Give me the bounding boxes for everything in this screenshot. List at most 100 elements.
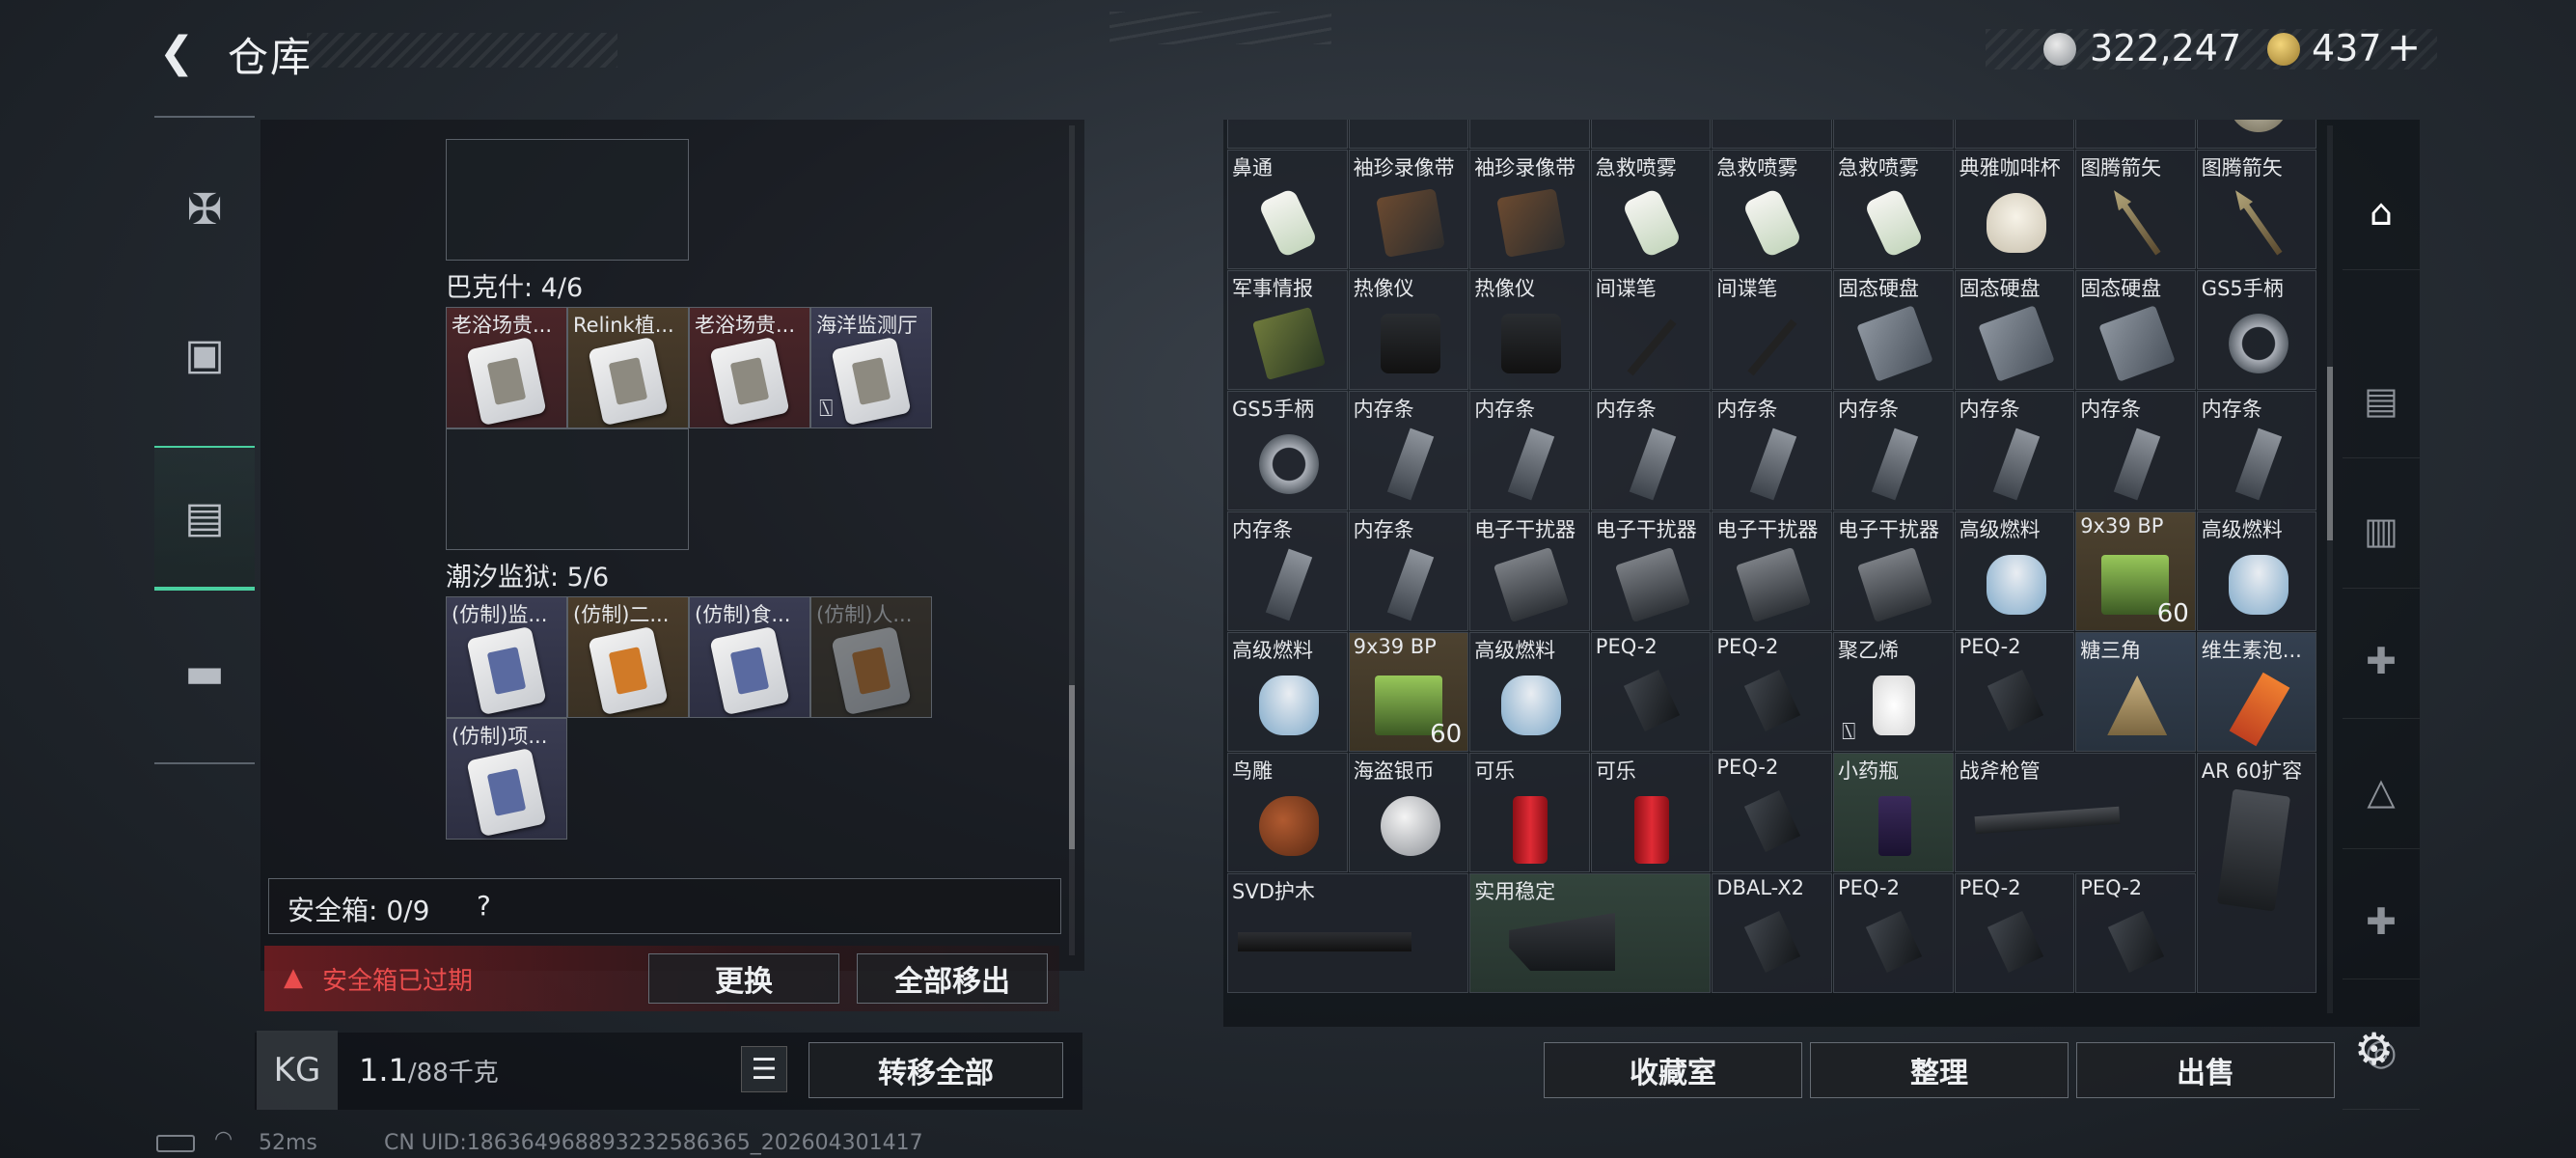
stash-item[interactable]: 图腾箭矢 xyxy=(2075,150,2196,269)
stash-item[interactable]: PEQ-2 xyxy=(2075,873,2196,993)
stash-item[interactable]: 海盗银币 xyxy=(1348,753,1469,872)
stash-item[interactable]: 热像仪 xyxy=(1348,270,1469,390)
stash-item[interactable]: 高级燃料 xyxy=(1227,632,1348,752)
backpack-icon[interactable]: ▣ xyxy=(154,282,255,427)
stash-item[interactable]: 内存条 xyxy=(1833,391,1954,510)
stash-item[interactable]: PEQ-2 xyxy=(1712,632,1832,752)
stash-item[interactable]: 实用稳定 xyxy=(1469,873,1712,993)
stash-item[interactable]: 内存条 xyxy=(1954,391,2075,510)
container-item[interactable]: Relink植... xyxy=(567,307,689,428)
stash-item[interactable]: 战斧枪管 xyxy=(1954,753,2196,872)
stash-item[interactable]: 内存条 xyxy=(1590,391,1712,510)
stash-item[interactable]: 维生素泡... xyxy=(2196,632,2317,752)
case-icon[interactable]: ▤ xyxy=(154,446,255,591)
stash-item[interactable]: PEQ-2 xyxy=(1833,873,1954,993)
stash-item[interactable] xyxy=(1712,120,1832,149)
stash-medkit-4-icon[interactable]: ✚ xyxy=(2343,603,2420,719)
container-item[interactable]: 海洋监测厅 ⍂ xyxy=(810,307,932,428)
container-item[interactable]: 老浴场贵... xyxy=(446,307,567,428)
stash-item[interactable]: 袖珍录像带 xyxy=(1348,150,1469,269)
stash-item[interactable]: 鼻通 xyxy=(1227,150,1348,269)
empty-slot[interactable] xyxy=(446,139,689,261)
left-scrollbar-thumb[interactable] xyxy=(1069,685,1075,849)
stash-item[interactable]: 内存条 xyxy=(1712,391,1832,510)
stash-item[interactable]: 间谍笔 xyxy=(1712,270,1832,390)
stash-item[interactable]: 典雅咖啡杯 xyxy=(1954,150,2075,269)
stash-item[interactable]: 内存条 xyxy=(2196,391,2317,510)
stash-item[interactable]: 电子干扰器 xyxy=(1469,511,1590,631)
container-item[interactable]: (仿制)二... xyxy=(567,596,689,718)
stash-item[interactable]: PEQ-2 xyxy=(1590,632,1712,752)
stash-scrollbar-thumb[interactable] xyxy=(2327,367,2333,540)
add-currency-button[interactable]: + xyxy=(2387,23,2421,70)
stash-item[interactable]: 电子干扰器 xyxy=(1590,511,1712,631)
stash-item[interactable]: 电子干扰器 xyxy=(1712,511,1832,631)
stash-item[interactable]: SVD护木 xyxy=(1227,873,1469,993)
stash-item[interactable]: 图腾箭矢 xyxy=(2196,150,2317,269)
stash-item[interactable]: 内存条 xyxy=(1227,511,1348,631)
stash-item[interactable]: 急救喷雾 xyxy=(1712,150,1832,269)
stash-item[interactable]: 可乐 xyxy=(1590,753,1712,872)
stash-item[interactable]: 糖三角 xyxy=(2075,632,2196,752)
stash-item[interactable]: PEQ-2 xyxy=(1954,873,2075,993)
stash-item[interactable]: 急救喷雾 xyxy=(1590,150,1712,269)
stash-item[interactable] xyxy=(2196,120,2317,149)
pistol-icon[interactable]: ✠ xyxy=(154,137,255,282)
stash-item[interactable]: 内存条 xyxy=(1348,391,1469,510)
stash-item[interactable]: DBAL-X2 xyxy=(1712,873,1832,993)
stash-folder-4-icon[interactable]: ▤ xyxy=(2343,343,2420,458)
stash-item[interactable]: GS5手柄 xyxy=(2196,270,2317,390)
stash-item[interactable]: 9x39 BP 60 xyxy=(1348,632,1469,752)
stash-item[interactable]: 鸟雕 xyxy=(1227,753,1348,872)
gear-icon[interactable]: ⚙ xyxy=(2354,1023,2394,1075)
stash-item[interactable]: 急救喷雾 xyxy=(1833,150,1954,269)
stash-item[interactable]: 高级燃料 xyxy=(1469,632,1590,752)
container-item[interactable]: 老浴场贵... xyxy=(689,307,810,428)
empty-slot[interactable] xyxy=(810,596,932,718)
stash-addmed-4-icon[interactable]: ✚ xyxy=(2343,864,2420,979)
stash-item[interactable]: 高级燃料 xyxy=(2196,511,2317,631)
collection-room-button[interactable]: 收藏室 xyxy=(1544,1042,1802,1098)
stash-item[interactable] xyxy=(1348,120,1469,149)
stash-item[interactable]: 内存条 xyxy=(1469,391,1590,510)
stash-item[interactable] xyxy=(1590,120,1712,149)
stash-item[interactable]: 9x39 BP 60 xyxy=(2075,511,2196,631)
stash-truck-4-icon[interactable]: ▥ xyxy=(2343,473,2420,589)
container-item[interactable]: (仿制)项... xyxy=(446,718,567,840)
stash-item[interactable]: 袖珍录像带 xyxy=(1469,150,1590,269)
stash-item[interactable] xyxy=(1954,120,2075,149)
stash-item[interactable]: GS5手柄 xyxy=(1227,391,1348,510)
stash-item[interactable]: 电子干扰器 xyxy=(1833,511,1954,631)
stash-item[interactable]: 热像仪 xyxy=(1469,270,1590,390)
stash-item[interactable]: 聚乙烯 ⍂ xyxy=(1833,632,1954,752)
sell-button[interactable]: 出售 xyxy=(2076,1042,2335,1098)
stash-ammo-4-icon[interactable]: △ xyxy=(2343,733,2420,849)
home-stash-icon[interactable]: ⌂ xyxy=(2343,154,2420,270)
stash-item[interactable]: 固态硬盘 xyxy=(2075,270,2196,390)
back-arrow-icon[interactable]: ❮ xyxy=(152,29,201,77)
stash-item[interactable] xyxy=(1227,120,1348,149)
stash-item[interactable]: 内存条 xyxy=(1348,511,1469,631)
stash-item[interactable]: AR 60扩容 xyxy=(2196,753,2317,993)
empty-slot[interactable] xyxy=(446,428,689,550)
toolbox-icon[interactable]: ▬ xyxy=(154,600,255,745)
stash-item[interactable]: 固态硬盘 xyxy=(1954,270,2075,390)
stash-item[interactable]: PEQ-2 xyxy=(1954,632,2075,752)
stash-item[interactable]: 间谍笔 xyxy=(1590,270,1712,390)
stash-scrollbar[interactable] xyxy=(2327,125,2333,1013)
container-item[interactable]: (仿制)食... xyxy=(689,596,810,718)
replace-button[interactable]: 更换 xyxy=(648,953,839,1004)
stash-item[interactable] xyxy=(1469,120,1590,149)
stash-item[interactable] xyxy=(2075,120,2196,149)
remove-all-button[interactable]: 全部移出 xyxy=(857,953,1048,1004)
stash-item[interactable]: 小药瓶 xyxy=(1833,753,1954,872)
list-icon[interactable]: ☰ xyxy=(741,1046,787,1092)
sort-button[interactable]: 整理 xyxy=(1810,1042,2069,1098)
container-item[interactable]: (仿制)监... xyxy=(446,596,567,718)
help-icon[interactable]: ? xyxy=(477,890,491,922)
transfer-all-button[interactable]: 转移全部 xyxy=(808,1042,1063,1098)
stash-item[interactable] xyxy=(1833,120,1954,149)
stash-item[interactable]: 军事情报 xyxy=(1227,270,1348,390)
stash-item[interactable]: PEQ-2 xyxy=(1712,753,1832,872)
stash-item[interactable]: 高级燃料 xyxy=(1954,511,2075,631)
